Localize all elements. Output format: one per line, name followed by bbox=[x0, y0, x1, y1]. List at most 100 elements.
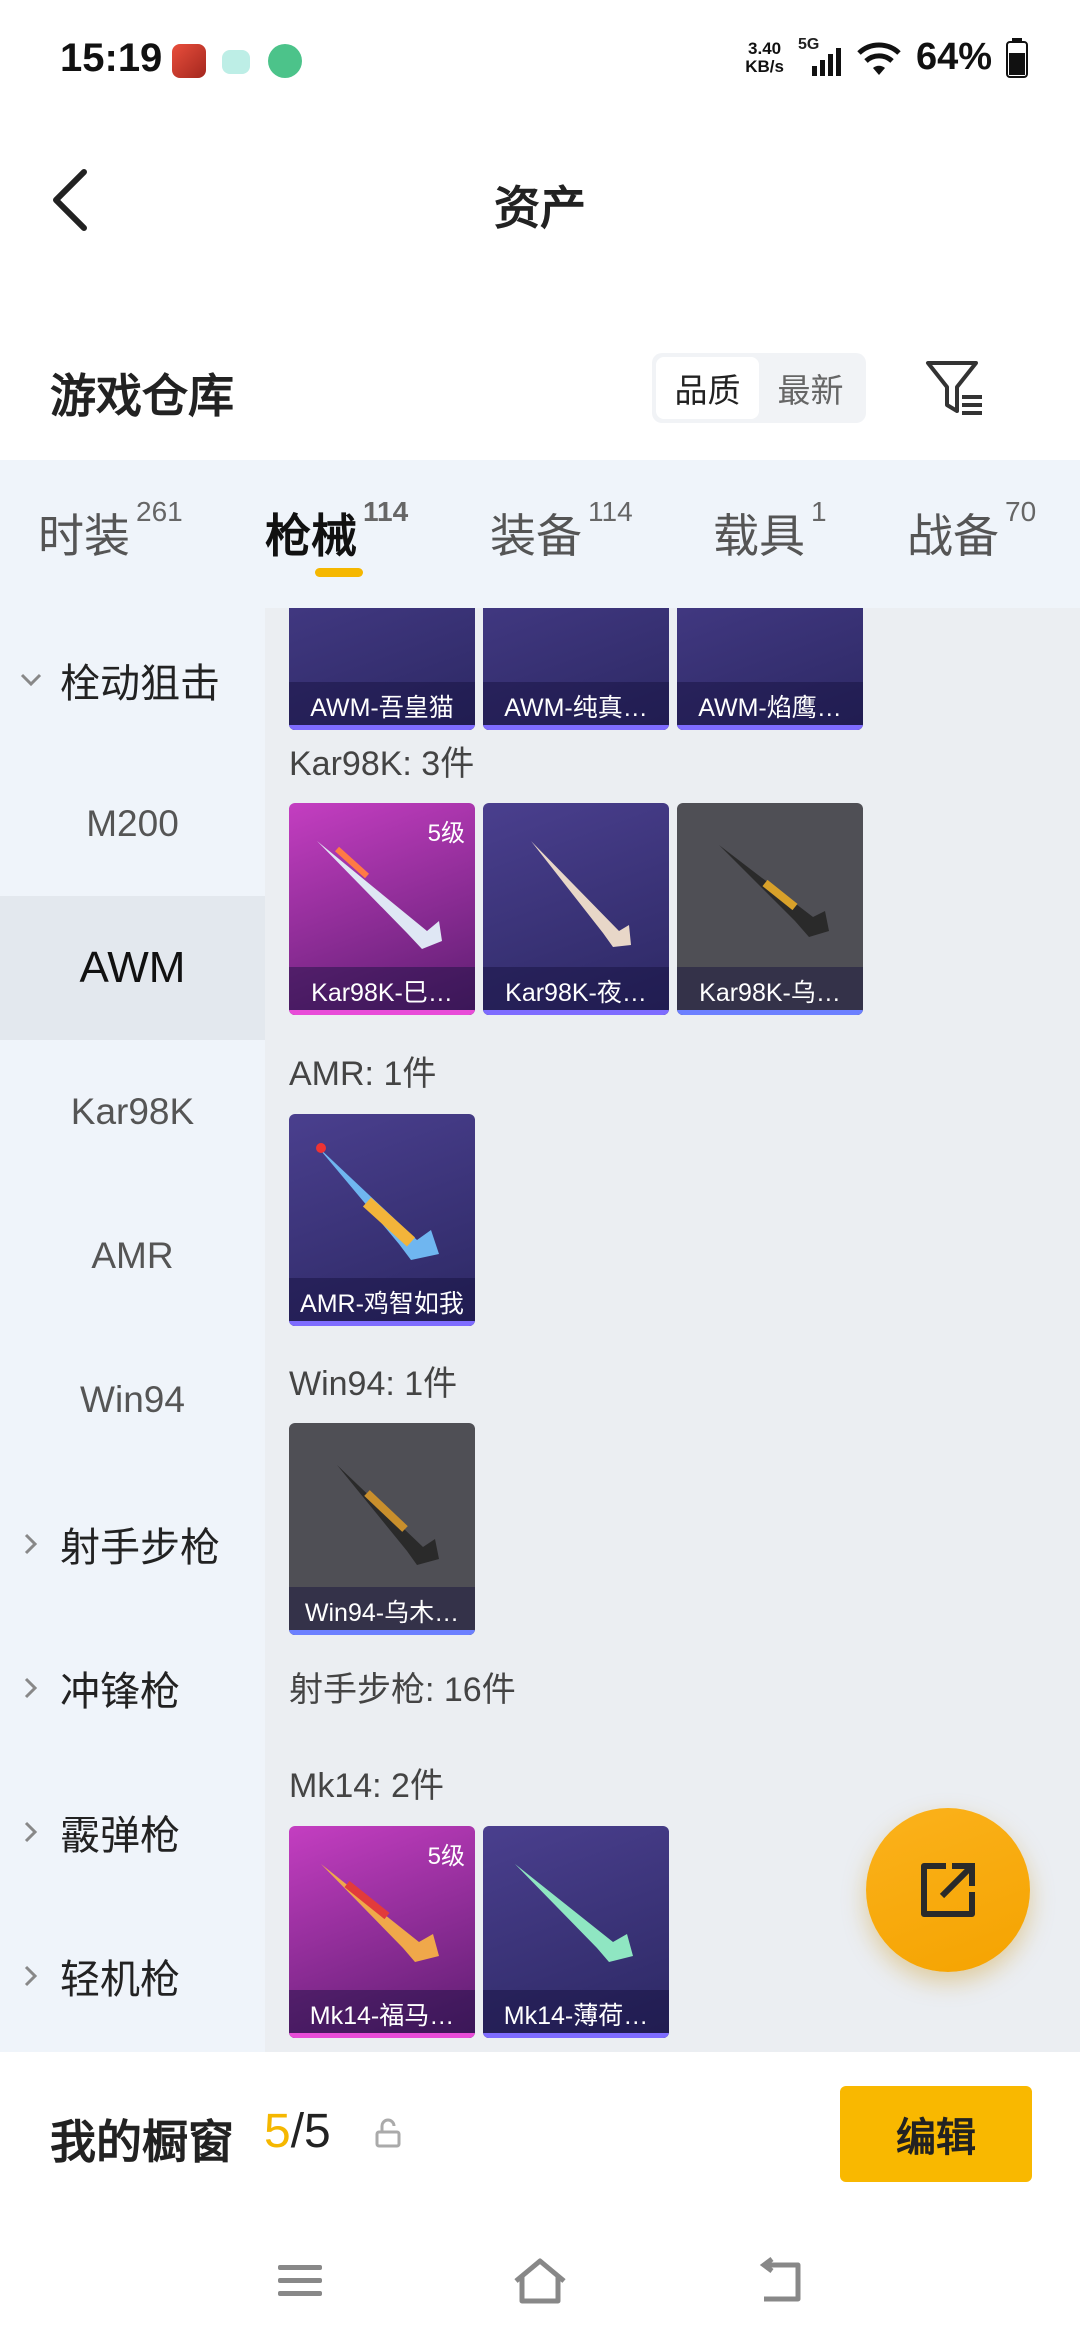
weapon-type-sidebar: 栓动狙击 M200 AWM Kar98K AMR Win94 射手步枪 冲锋枪 … bbox=[0, 608, 265, 2052]
group-label-marksman: 射手步枪: 16件 bbox=[289, 1671, 516, 1709]
sort-toggle: 品质 最新 bbox=[652, 353, 866, 423]
group-label-mk14: Mk14: 2件 bbox=[289, 1767, 444, 1805]
share-icon bbox=[921, 1863, 975, 1917]
card-name: Mk14-福马… bbox=[289, 1990, 475, 2038]
weapon-card-awm-2[interactable]: AWM-纯真… bbox=[483, 608, 669, 730]
showcase-bar: 我的橱窗 5/5 编辑 bbox=[0, 2052, 1080, 2222]
tab-indicator bbox=[315, 568, 363, 577]
card-name: AWM-纯真… bbox=[483, 682, 669, 730]
weapon-card-mk14-2[interactable]: Mk14-薄荷… bbox=[483, 1826, 669, 2038]
sidebar-group-bolt-sniper[interactable]: 栓动狙击 bbox=[0, 608, 265, 752]
weapon-card-win94-1[interactable]: Win94-乌木… bbox=[289, 1423, 475, 1635]
tab-label: 载具 bbox=[713, 510, 805, 562]
signal-icon: 5G bbox=[798, 36, 842, 78]
tab-fashion[interactable]: 时装 261 bbox=[38, 496, 183, 566]
tab-count: 114 bbox=[363, 496, 409, 527]
warehouse-header: 游戏仓库 品质 最新 bbox=[0, 320, 1080, 460]
sidebar-group-label: 射手步枪 bbox=[60, 1526, 220, 1570]
status-bar: 15:19 3.40 KB/s 5G 64% bbox=[0, 0, 1080, 120]
card-rarity-line bbox=[483, 2033, 669, 2038]
sidebar-item-amr[interactable]: AMR bbox=[0, 1184, 265, 1328]
status-right: 3.40 KB/s 5G 64% bbox=[745, 36, 1028, 79]
share-fab[interactable] bbox=[866, 1808, 1030, 1972]
rifle-icon bbox=[515, 1864, 633, 1962]
card-name: Kar98K-夜… bbox=[483, 967, 669, 1015]
lock-icon bbox=[375, 2118, 401, 2148]
battery-icon bbox=[1006, 37, 1028, 78]
tab-supplies[interactable]: 战备 70 bbox=[907, 496, 1036, 566]
card-rarity-line bbox=[483, 1010, 669, 1015]
sidebar-group-label: 冲锋枪 bbox=[60, 1670, 180, 1714]
weapon-card-kar98k-1[interactable]: 5级 Kar98K-巳… bbox=[289, 803, 475, 1015]
wifi-icon bbox=[857, 42, 901, 75]
filter-button[interactable] bbox=[920, 354, 990, 424]
tab-label: 战备 bbox=[907, 510, 999, 562]
tab-label: 枪械 bbox=[265, 510, 357, 562]
net-speed-value: 3.40 bbox=[748, 38, 782, 58]
sidebar-group-marksman[interactable]: 射手步枪 bbox=[0, 1472, 265, 1616]
card-rarity-line bbox=[289, 2033, 475, 2038]
group-label-kar98k: Kar98K: 3件 bbox=[289, 745, 475, 783]
tab-equipment[interactable]: 装备 114 bbox=[490, 496, 633, 566]
back-nav-icon bbox=[759, 2257, 801, 2302]
sidebar-item-m200[interactable]: M200 bbox=[0, 752, 265, 896]
rifle-icon bbox=[337, 1465, 439, 1565]
sidebar-group-smg[interactable]: 冲锋枪 bbox=[0, 1616, 265, 1760]
rifle-icon bbox=[316, 1143, 439, 1260]
notes-app-icon bbox=[222, 50, 250, 74]
battery-percent: 64% bbox=[915, 36, 992, 78]
weapon-card-kar98k-2[interactable]: Kar98K-夜… bbox=[483, 803, 669, 1015]
weapon-card-awm-1[interactable]: AWM-吾皇猫 bbox=[289, 608, 475, 730]
card-name: Kar98K-乌… bbox=[677, 967, 863, 1015]
weapon-card-awm-3[interactable]: AWM-焰鹰… bbox=[677, 608, 863, 730]
sidebar-item-win94[interactable]: Win94 bbox=[0, 1328, 265, 1472]
tab-vehicles[interactable]: 载具 1 bbox=[713, 496, 827, 566]
sidebar-group-lmg[interactable]: 轻机枪 bbox=[0, 1904, 265, 2048]
card-rarity-line bbox=[289, 1321, 475, 1326]
location-app-icon bbox=[268, 44, 302, 78]
card-rarity-line bbox=[289, 1630, 475, 1635]
card-rarity-line bbox=[289, 725, 475, 730]
showcase-label: 我的橱窗 bbox=[50, 2116, 234, 2168]
showcase-total: 5 bbox=[304, 2105, 331, 2158]
category-tabs: 时装 261 枪械 114 装备 114 载具 1 战备 70 bbox=[0, 460, 1080, 608]
group-label-win94: Win94: 1件 bbox=[289, 1365, 458, 1403]
net-speed-unit: KB/s bbox=[745, 56, 784, 76]
chevron-right-icon bbox=[20, 1677, 42, 1699]
card-name: AWM-吾皇猫 bbox=[289, 682, 475, 730]
page-title: 资产 bbox=[494, 182, 586, 234]
game-app-icon bbox=[172, 44, 206, 78]
status-time: 15:19 bbox=[60, 36, 163, 80]
sidebar-item-awm[interactable]: AWM bbox=[0, 896, 265, 1040]
home-nav-button[interactable] bbox=[510, 2256, 570, 2306]
sidebar-group-label: 栓动狙击 bbox=[60, 662, 220, 706]
filter-icon bbox=[926, 361, 982, 415]
menu-nav-button[interactable] bbox=[270, 2256, 330, 2306]
weapon-card-mk14-1[interactable]: 5级 Mk14-福马… bbox=[289, 1826, 475, 2038]
sort-latest[interactable]: 最新 bbox=[759, 357, 862, 419]
app-header: 资产 bbox=[0, 120, 1080, 280]
sidebar-group-shotgun[interactable]: 霰弹枪 bbox=[0, 1760, 265, 1904]
showcase-separator: / bbox=[290, 2105, 305, 2158]
weapon-card-kar98k-3[interactable]: Kar98K-乌… bbox=[677, 803, 863, 1015]
card-rarity-line bbox=[677, 725, 863, 730]
edit-button[interactable]: 编辑 bbox=[840, 2086, 1032, 2182]
chevron-right-icon bbox=[20, 1821, 42, 1843]
tab-guns[interactable]: 枪械 114 bbox=[265, 496, 408, 566]
tab-count: 1 bbox=[811, 496, 827, 527]
showcase-current: 5 bbox=[264, 2105, 291, 2158]
sidebar-item-kar98k[interactable]: Kar98K bbox=[0, 1040, 265, 1184]
rifle-icon bbox=[719, 845, 829, 937]
card-name: Mk14-薄荷… bbox=[483, 1990, 669, 2038]
back-nav-button[interactable] bbox=[750, 2256, 810, 2306]
sidebar-group-label: 霰弹枪 bbox=[60, 1814, 180, 1858]
sort-quality[interactable]: 品质 bbox=[656, 357, 759, 419]
tab-count: 114 bbox=[588, 496, 633, 527]
chevron-down-icon bbox=[20, 669, 42, 691]
menu-icon bbox=[278, 2265, 322, 2296]
tab-label: 时装 bbox=[38, 510, 130, 562]
group-label-amr: AMR: 1件 bbox=[289, 1055, 437, 1093]
rifle-icon bbox=[321, 1864, 439, 1962]
card-rarity-line bbox=[483, 725, 669, 730]
weapon-card-amr-1[interactable]: AMR-鸡智如我 bbox=[289, 1114, 475, 1326]
